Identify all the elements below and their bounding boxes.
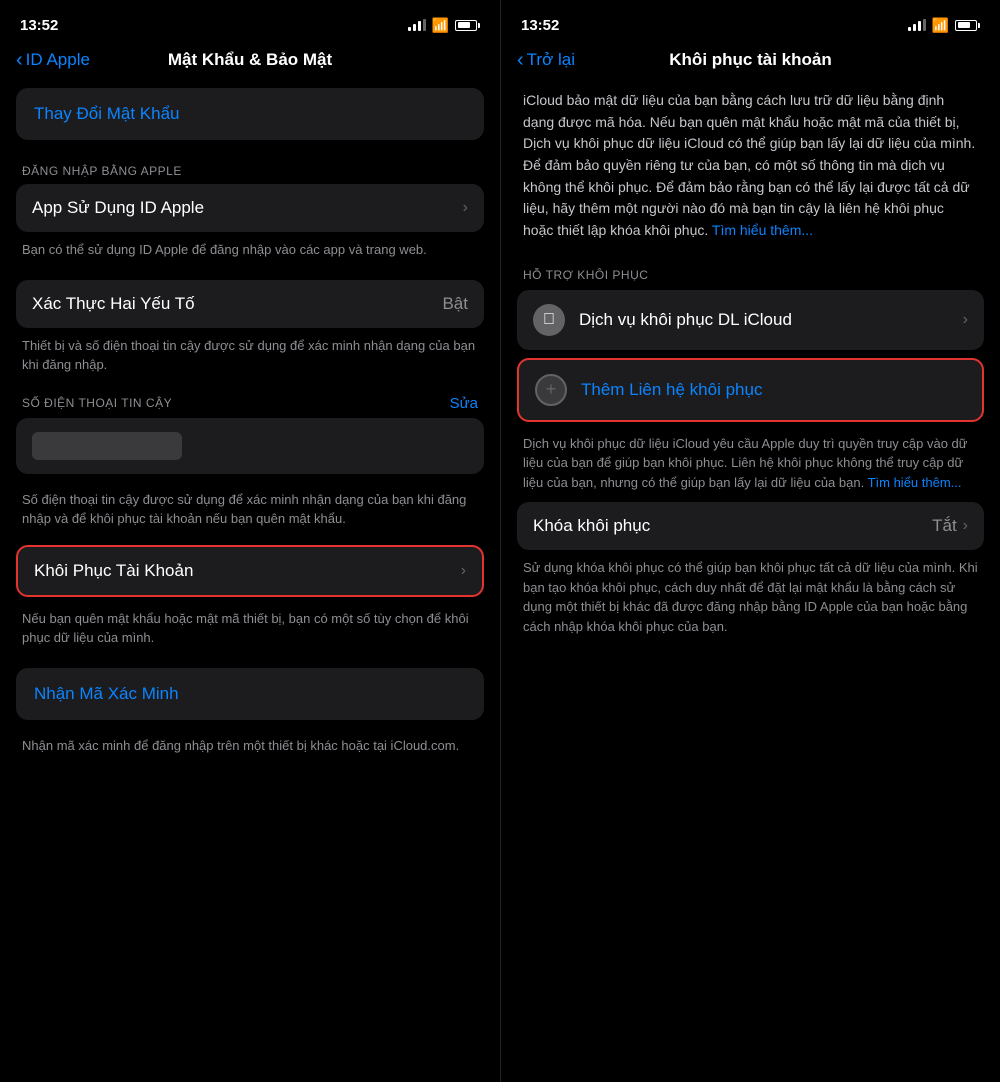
two-factor-item[interactable]: Xác Thực Hai Yếu Tố Bật: [16, 280, 484, 328]
recovery-account-description: Nếu bạn quên mật khẩu hoặc mật mã thiết …: [16, 601, 484, 652]
battery-icon-left: [455, 20, 480, 31]
status-bar-right: 13:52 📶: [501, 0, 1000, 44]
chevron-right-icon-app: ›: [463, 199, 468, 217]
chevron-left-icon-right: ‹: [517, 50, 524, 70]
recovery-account-item[interactable]: Khôi Phục Tài Khoản ›: [18, 547, 482, 595]
add-contact-label: Thêm Liên hệ khôi phục: [581, 380, 966, 400]
trusted-phone-description: Số điện thoại tin cậy được sử dụng để xá…: [16, 482, 484, 533]
app-sign-in-item[interactable]: App Sử Dụng ID Apple ›: [16, 184, 484, 232]
trusted-phone-field: [16, 418, 484, 474]
battery-icon-right: [955, 20, 980, 31]
back-label-left: ID Apple: [26, 50, 90, 70]
verification-code-description: Nhận mã xác minh để đăng nhập trên một t…: [16, 728, 484, 760]
status-time-left: 13:52: [20, 17, 58, 34]
back-label-right: Trở lại: [527, 50, 575, 70]
back-button-right[interactable]: ‹ Trở lại: [517, 50, 575, 70]
status-icons-left: 📶: [408, 17, 480, 34]
chevron-right-icon-recovery: ›: [461, 562, 466, 580]
two-factor-description: Thiết bị và số điện thoại tin cậy được s…: [16, 328, 484, 379]
app-sign-in-group: App Sử Dụng ID Apple ›: [16, 184, 484, 232]
recovery-service-description: Dịch vụ khôi phục dữ liệu iCloud yêu cầu…: [517, 426, 984, 497]
wifi-icon-right: 📶: [932, 17, 949, 34]
verification-code-label: Nhận Mã Xác Minh: [34, 684, 179, 704]
recovery-key-value: Tắt: [932, 516, 957, 536]
content-left: Thay Đổi Mật Khẩu ĐĂNG NHẬP BẰNG APPLE A…: [0, 80, 500, 1082]
change-password-row: Thay Đổi Mật Khẩu: [16, 88, 484, 140]
two-factor-right: Bật: [442, 294, 468, 314]
page-title-right: Khôi phục tài khoản: [669, 50, 831, 70]
left-screen: 13:52 📶 ‹ ID Apple Mật Khẩu & Bảo Mật: [0, 0, 500, 1082]
right-screen: 13:52 📶 ‹ Trở lại Khôi phục tài khoản: [500, 0, 1000, 1082]
add-contact-highlighted: + Thêm Liên hệ khôi phục: [517, 358, 984, 422]
recovery-key-group: Khóa khôi phục Tắt ›: [517, 502, 984, 550]
app-sign-in-right: ›: [463, 199, 468, 217]
plus-circle-icon: +: [535, 374, 567, 406]
signal-icon-left: [408, 19, 426, 31]
icloud-service-group:  Dịch vụ khôi phục DL iCloud ›: [517, 290, 984, 350]
back-button-left[interactable]: ‹ ID Apple: [16, 50, 90, 70]
chevron-right-icon-key: ›: [963, 517, 968, 535]
two-factor-group: Xác Thực Hai Yếu Tố Bật: [16, 280, 484, 328]
recovery-key-right: Tắt ›: [932, 516, 968, 536]
recovery-account-right: ›: [461, 562, 466, 580]
status-bar-left: 13:52 📶: [0, 0, 500, 44]
recovery-intro-text: iCloud bảo mật dữ liệu của bạn bằng cách…: [523, 90, 978, 242]
recovery-key-label: Khóa khôi phục: [533, 516, 650, 536]
verification-code-button[interactable]: Nhận Mã Xác Minh: [16, 668, 484, 720]
recovery-account-group-highlighted: Khôi Phục Tài Khoản ›: [16, 545, 484, 597]
trusted-phone-edit-button[interactable]: Sửa: [450, 395, 478, 412]
two-factor-value: Bật: [442, 294, 468, 314]
icloud-service-item[interactable]:  Dịch vụ khôi phục DL iCloud ›: [517, 290, 984, 350]
chevron-right-icon-icloud: ›: [963, 311, 968, 329]
change-password-label: Thay Đổi Mật Khẩu: [34, 104, 180, 124]
status-time-right: 13:52: [521, 17, 559, 34]
recovery-account-label: Khôi Phục Tài Khoản: [34, 561, 193, 581]
app-sign-in-description: Bạn có thể sử dụng ID Apple để đăng nhập…: [16, 232, 484, 264]
page-title-left: Mật Khẩu & Bảo Mật: [168, 50, 332, 70]
add-contact-item[interactable]: + Thêm Liên hệ khôi phục: [519, 360, 982, 420]
app-sign-in-label: App Sử Dụng ID Apple: [32, 198, 204, 218]
content-right: iCloud bảo mật dữ liệu của bạn bằng cách…: [501, 80, 1000, 1082]
recovery-key-item[interactable]: Khóa khôi phục Tắt ›: [517, 502, 984, 550]
apple-logo-icon: : [533, 304, 565, 336]
sign-in-section-label: ĐĂNG NHẬP BẰNG APPLE: [16, 148, 484, 184]
chevron-left-icon-left: ‹: [16, 50, 23, 70]
trusted-phone-section-header: SỐ ĐIỆN THOẠI TIN CẬY Sửa: [16, 379, 484, 418]
recovery-support-label: HỖ TRỢ KHÔI PHỤC: [517, 258, 984, 290]
nav-bar-left: ‹ ID Apple Mật Khẩu & Bảo Mật: [0, 44, 500, 80]
phone-number-value: [32, 432, 182, 460]
recovery-key-description: Sử dụng khóa khôi phục có thể giúp bạn k…: [517, 550, 984, 652]
status-icons-right: 📶: [908, 17, 980, 34]
signal-icon-right: [908, 19, 926, 31]
two-factor-label: Xác Thực Hai Yếu Tố: [32, 294, 195, 314]
icloud-service-label: Dịch vụ khôi phục DL iCloud: [579, 310, 963, 330]
nav-bar-right: ‹ Trở lại Khôi phục tài khoản: [501, 44, 1000, 80]
recovery-description-block: iCloud bảo mật dữ liệu của bạn bằng cách…: [517, 80, 984, 258]
verification-code-row: Nhận Mã Xác Minh: [16, 668, 484, 720]
wifi-icon-left: 📶: [432, 17, 449, 34]
change-password-button[interactable]: Thay Đổi Mật Khẩu: [16, 88, 484, 140]
trusted-phone-label: SỐ ĐIỆN THOẠI TIN CẬY: [22, 396, 172, 410]
